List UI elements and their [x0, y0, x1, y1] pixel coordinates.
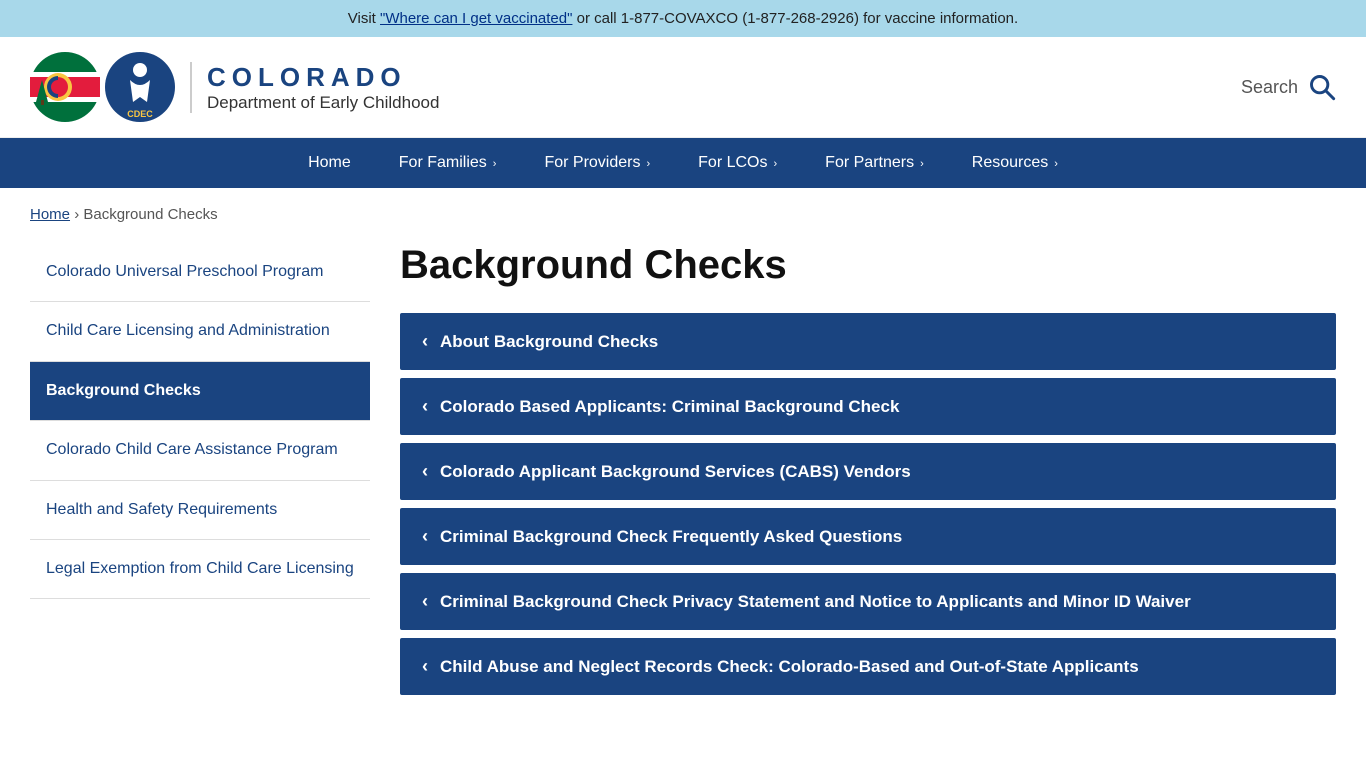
logo-subtitle: Department of Early Childhood: [207, 93, 439, 113]
search-area[interactable]: Search: [1241, 73, 1336, 101]
chevron-down-icon: ›: [1054, 158, 1058, 170]
accordion-label: About Background Checks: [440, 332, 658, 352]
nav-families[interactable]: For Families ›: [375, 138, 521, 188]
sidebar-item-preschool[interactable]: Colorado Universal Preschool Program: [30, 243, 370, 302]
accordion-item-faq[interactable]: ‹ Criminal Background Check Frequently A…: [400, 508, 1336, 565]
sidebar-item-background-checks[interactable]: Background Checks: [30, 362, 370, 421]
sidebar-item-licensing[interactable]: Child Care Licensing and Administration: [30, 302, 370, 361]
banner-suffix: or call 1-877-COVAXCO (1-877-268-2926) f…: [572, 10, 1018, 27]
sidebar-item-legal-exemption[interactable]: Legal Exemption from Child Care Licensin…: [30, 540, 370, 599]
nav-providers-label: For Providers: [544, 154, 640, 172]
chevron-down-icon: ‹: [422, 526, 428, 547]
chevron-down-icon: ‹: [422, 396, 428, 417]
accordion-item-child-abuse[interactable]: ‹ Child Abuse and Neglect Records Check:…: [400, 638, 1336, 695]
accordion-label: Colorado Based Applicants: Criminal Back…: [440, 397, 899, 417]
breadcrumb-current: Background Checks: [83, 206, 217, 223]
banner-prefix: Visit: [348, 10, 380, 27]
main-nav: Home For Families › For Providers › For …: [0, 138, 1366, 188]
accordion-header-about[interactable]: ‹ About Background Checks: [400, 313, 1336, 370]
cdec-logo: CDEC: [105, 52, 175, 122]
chevron-down-icon: ›: [646, 158, 650, 170]
nav-providers[interactable]: For Providers ›: [520, 138, 674, 188]
accordion-header-privacy[interactable]: ‹ Criminal Background Check Privacy Stat…: [400, 573, 1336, 630]
accordion-header-cabs[interactable]: ‹ Colorado Applicant Background Services…: [400, 443, 1336, 500]
nav-resources[interactable]: Resources ›: [948, 138, 1082, 188]
accordion-item-privacy[interactable]: ‹ Criminal Background Check Privacy Stat…: [400, 573, 1336, 630]
logo-area: CDEC COLORADO Department of Early Childh…: [30, 52, 439, 122]
search-label: Search: [1241, 77, 1298, 98]
chevron-down-icon: ‹: [422, 461, 428, 482]
sidebar-item-label: Child Care Licensing and Administration: [46, 322, 330, 339]
chevron-down-icon: ›: [493, 158, 497, 170]
chevron-down-icon: ›: [774, 158, 778, 170]
nav-home[interactable]: Home: [284, 138, 375, 188]
co-logo: [30, 52, 100, 122]
accordion-item-about[interactable]: ‹ About Background Checks: [400, 313, 1336, 370]
logo-title: COLORADO: [207, 62, 439, 93]
sidebar-item-label: Colorado Universal Preschool Program: [46, 263, 323, 280]
breadcrumb-home[interactable]: Home: [30, 206, 70, 223]
logo-text: COLORADO Department of Early Childhood: [190, 62, 439, 113]
svg-text:CDEC: CDEC: [127, 109, 153, 119]
logo-circles: CDEC: [30, 52, 175, 122]
sidebar-item-label: Legal Exemption from Child Care Licensin…: [46, 560, 354, 577]
header: CDEC COLORADO Department of Early Childh…: [0, 37, 1366, 138]
sidebar-item-label: Background Checks: [46, 382, 201, 399]
chevron-down-icon: ‹: [422, 656, 428, 677]
accordion-item-cabs[interactable]: ‹ Colorado Applicant Background Services…: [400, 443, 1336, 500]
vaccine-link[interactable]: "Where can I get vaccinated": [380, 10, 572, 27]
nav-lcos-label: For LCOs: [698, 154, 767, 172]
sidebar-item-label: Health and Safety Requirements: [46, 501, 277, 518]
nav-lcos[interactable]: For LCOs ›: [674, 138, 801, 188]
accordion-label: Criminal Background Check Frequently Ask…: [440, 527, 902, 547]
breadcrumb: Home › Background Checks: [0, 188, 1366, 233]
accordion-item-co-criminal[interactable]: ‹ Colorado Based Applicants: Criminal Ba…: [400, 378, 1336, 435]
chevron-down-icon: ‹: [422, 591, 428, 612]
nav-partners-label: For Partners: [825, 154, 914, 172]
nav-home-label: Home: [308, 154, 351, 172]
accordion-label: Child Abuse and Neglect Records Check: C…: [440, 657, 1139, 677]
sidebar-item-health-safety[interactable]: Health and Safety Requirements: [30, 481, 370, 540]
accordion-header-faq[interactable]: ‹ Criminal Background Check Frequently A…: [400, 508, 1336, 565]
page-area: Background Checks ‹ About Background Che…: [400, 243, 1336, 703]
accordion-header-child-abuse[interactable]: ‹ Child Abuse and Neglect Records Check:…: [400, 638, 1336, 695]
sidebar: Colorado Universal Preschool Program Chi…: [30, 243, 370, 703]
nav-families-label: For Families: [399, 154, 487, 172]
chevron-down-icon: ‹: [422, 331, 428, 352]
accordion-header-co-criminal[interactable]: ‹ Colorado Based Applicants: Criminal Ba…: [400, 378, 1336, 435]
nav-partners[interactable]: For Partners ›: [801, 138, 948, 188]
nav-resources-label: Resources: [972, 154, 1048, 172]
vaccine-banner: Visit "Where can I get vaccinated" or ca…: [0, 0, 1366, 37]
accordion-label: Criminal Background Check Privacy Statem…: [440, 592, 1191, 612]
search-icon: [1308, 73, 1336, 101]
breadcrumb-separator: ›: [74, 206, 79, 223]
page-title: Background Checks: [400, 243, 1336, 288]
sidebar-item-label: Colorado Child Care Assistance Program: [46, 441, 338, 458]
sidebar-item-ccap[interactable]: Colorado Child Care Assistance Program: [30, 421, 370, 480]
accordion-label: Colorado Applicant Background Services (…: [440, 462, 911, 482]
main-content: Colorado Universal Preschool Program Chi…: [0, 233, 1366, 733]
chevron-down-icon: ›: [920, 158, 924, 170]
